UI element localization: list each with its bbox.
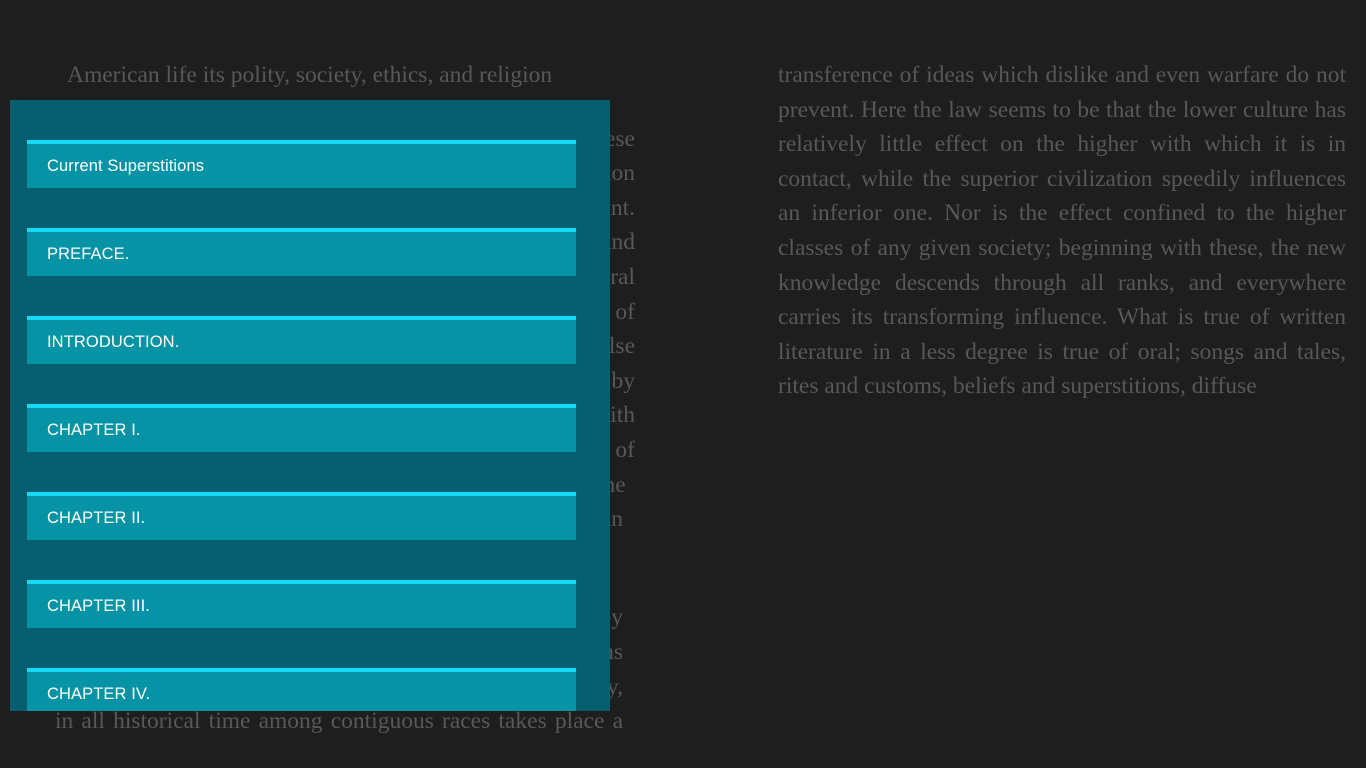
paragraph: American life its polity, society, ethic…	[67, 62, 553, 88]
toc-item-preface[interactable]: PREFACE.	[27, 228, 576, 276]
toc-item-gap	[10, 628, 610, 668]
toc-item-chapter-iii[interactable]: CHAPTER III.	[27, 580, 576, 628]
toc-item-chapter-i[interactable]: CHAPTER I.	[27, 404, 576, 452]
toc-item-label: INTRODUCTION.	[47, 332, 180, 351]
toc-item-gap	[10, 452, 610, 492]
toc-item-label: CHAPTER IV.	[47, 684, 151, 703]
toc-item-chapter-iv[interactable]: CHAPTER IV.	[27, 668, 576, 711]
toc-item-body: CHAPTER III.	[27, 584, 576, 628]
toc-item-gap	[10, 276, 610, 316]
toc-item-gap	[10, 364, 610, 404]
toc-item-body: CHAPTER II.	[27, 496, 576, 540]
toc-item-current-superstitions[interactable]: Current Superstitions	[27, 140, 576, 188]
toc-item-gap	[10, 188, 610, 228]
toc-item-label: CHAPTER III.	[47, 596, 150, 615]
toc-item-label: CHAPTER I.	[47, 420, 141, 439]
toc-item-introduction[interactable]: INTRODUCTION.	[27, 316, 576, 364]
toc-item-chapter-ii[interactable]: CHAPTER II.	[27, 492, 576, 540]
toc-item-body: Current Superstitions	[27, 144, 576, 188]
toc-item-body: PREFACE.	[27, 232, 576, 276]
toc-item-label: PREFACE.	[47, 244, 130, 263]
toc-top-spacer	[10, 100, 610, 140]
table-of-contents-list: Current Superstitions PREFACE. INTRODUCT…	[10, 100, 610, 711]
toc-item-body: INTRODUCTION.	[27, 320, 576, 364]
toc-item-body: CHAPTER I.	[27, 408, 576, 452]
toc-item-body: CHAPTER IV.	[27, 672, 576, 711]
toc-item-gap	[10, 540, 610, 580]
toc-item-label: CHAPTER II.	[47, 508, 146, 527]
toc-item-label: Current Superstitions	[47, 156, 205, 175]
table-of-contents-panel[interactable]: Current Superstitions PREFACE. INTRODUCT…	[10, 100, 610, 711]
